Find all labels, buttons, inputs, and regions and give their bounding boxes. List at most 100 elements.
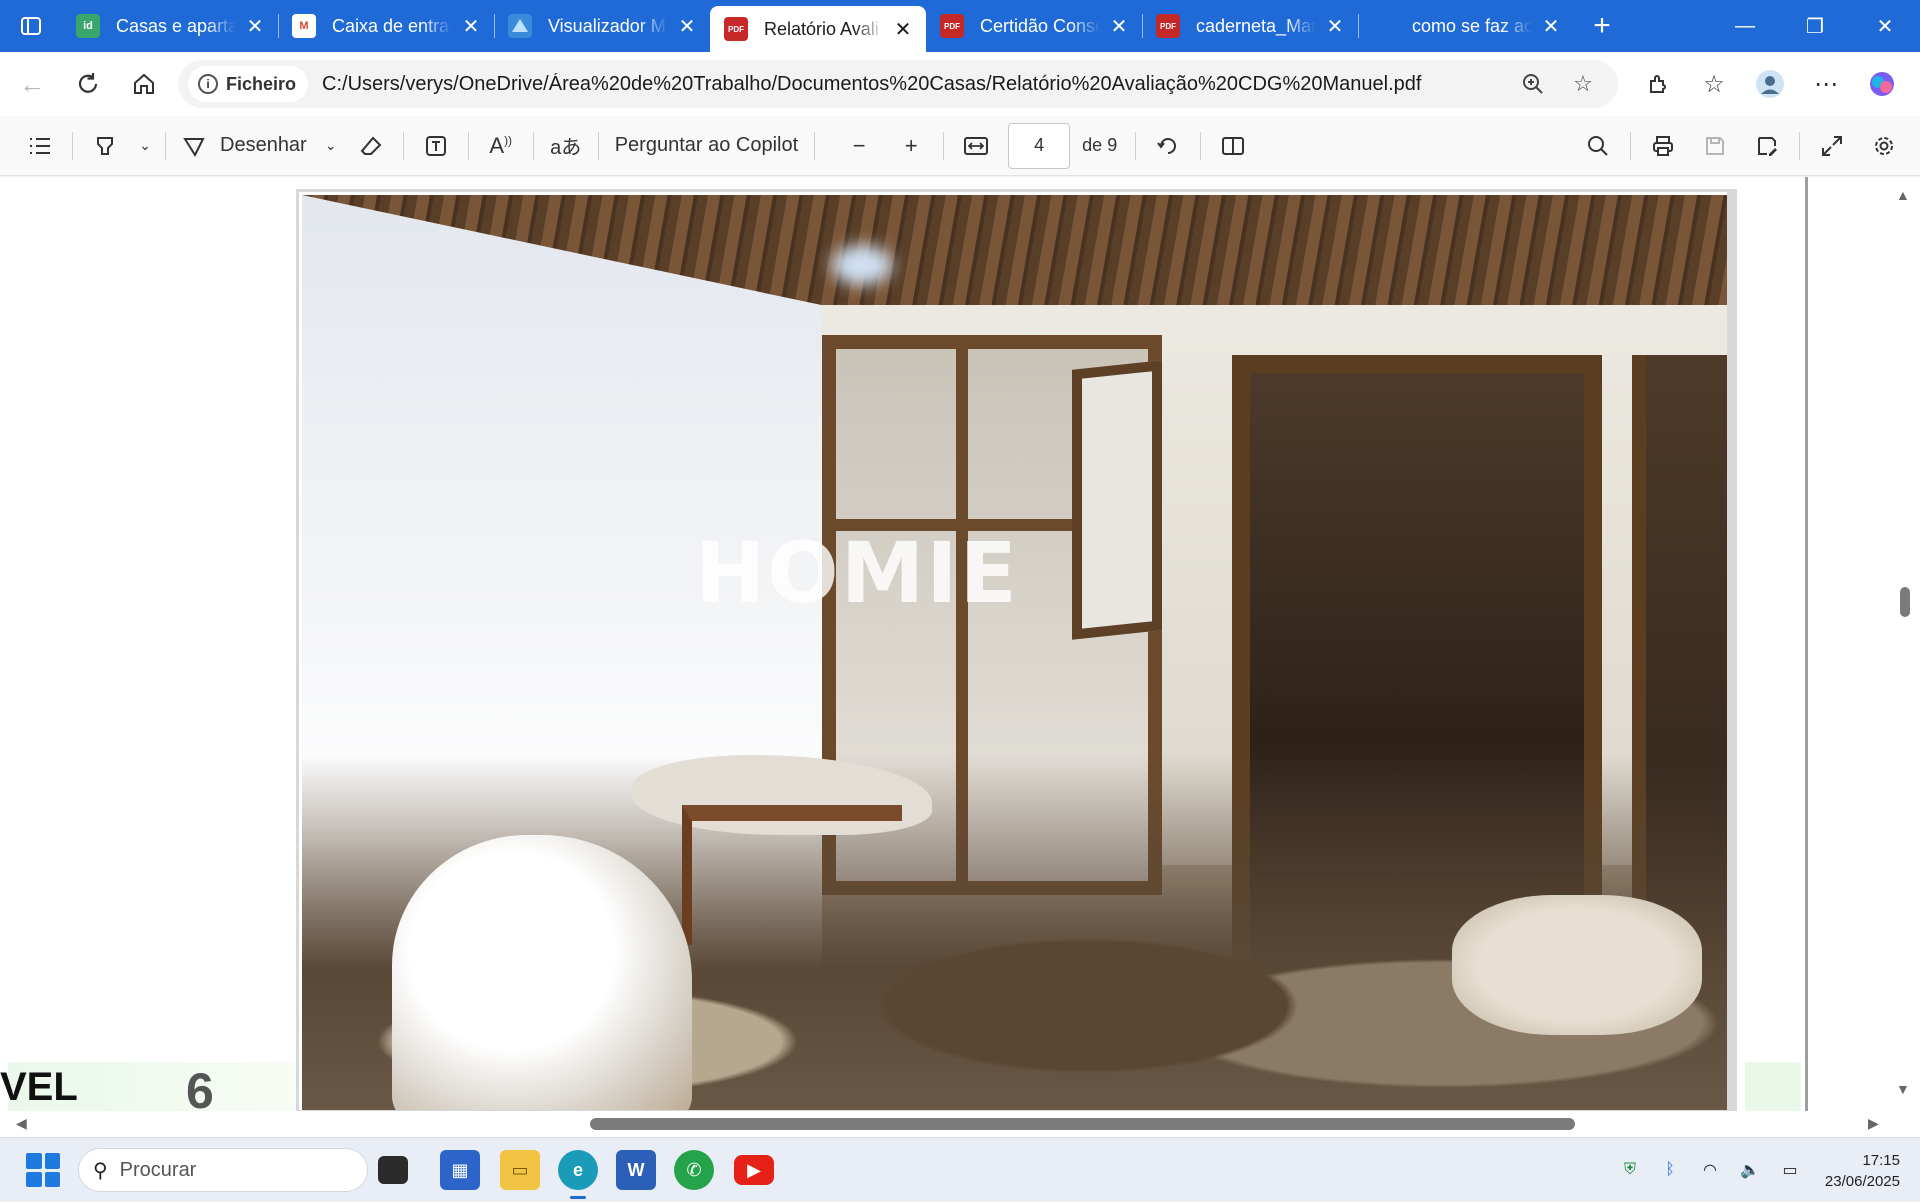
add-text-button[interactable] <box>410 124 462 168</box>
close-icon[interactable]: ✕ <box>458 13 484 39</box>
pdf-viewer[interactable]: HOMIE VEL 6 ▲ ▼ ◀ ▶ <box>0 177 1920 1137</box>
highlighter-icon <box>97 136 113 155</box>
find-button[interactable] <box>1572 124 1624 168</box>
tab-title: Caixa de entrad <box>332 15 452 36</box>
address-bar[interactable]: i Ficheiro C:/Users/verys/OneDrive/Área%… <box>178 60 1618 108</box>
home-button[interactable] <box>116 56 172 112</box>
document-photo-frame: HOMIE <box>296 189 1737 1113</box>
full-screen-button[interactable] <box>1806 124 1858 168</box>
tab-title: Casas e apartan <box>116 15 236 36</box>
taskbar-search[interactable]: ⚲ Procurar <box>78 1148 368 1192</box>
tab-como-se-faz[interactable]: como se faz ac ✕ <box>1358 0 1574 52</box>
system-tray: ⛨ ᛒ ◠ 🔈 ▭ <box>1610 1138 1810 1202</box>
scroll-right-icon[interactable]: ▶ <box>1868 1115 1879 1132</box>
toolbar-divider <box>1799 131 1800 160</box>
close-icon[interactable]: ✕ <box>1538 13 1564 39</box>
new-tab-button[interactable]: + <box>1574 0 1630 52</box>
draw-options-button[interactable]: ⌄ <box>317 124 345 168</box>
map-viewer-icon <box>508 14 532 38</box>
tab-title: Certidão Conse <box>980 15 1100 36</box>
erase-button[interactable] <box>345 124 397 168</box>
search-icon: ⚲ <box>93 1159 108 1182</box>
refresh-button[interactable] <box>60 56 116 112</box>
contents-button[interactable] <box>14 124 66 168</box>
file-explorer-icon[interactable]: ▭ <box>500 1150 540 1190</box>
windows-logo-icon <box>26 1153 42 1169</box>
save-as-button[interactable] <box>1741 124 1793 168</box>
vertical-scroll-thumb[interactable] <box>1900 587 1910 617</box>
translate-button[interactable]: aあ <box>540 124 592 168</box>
refresh-icon <box>78 73 98 93</box>
page-edge <box>1805 177 1808 1111</box>
word-icon[interactable]: W <box>616 1150 656 1190</box>
volume-icon[interactable]: 🔈 <box>1730 1160 1770 1180</box>
start-button[interactable] <box>26 1153 60 1187</box>
zoom-out-button[interactable]: − <box>833 124 885 168</box>
horizontal-scrollbar[interactable]: ◀ ▶ <box>0 1111 1888 1137</box>
save-button[interactable] <box>1689 124 1741 168</box>
tab-caderneta[interactable]: PDF caderneta_Mar ✕ <box>1142 0 1358 52</box>
close-window-button[interactable]: ✕ <box>1850 0 1920 52</box>
close-icon[interactable]: ✕ <box>1106 13 1132 39</box>
restore-button[interactable]: ❐ <box>1780 0 1850 52</box>
back-button[interactable]: ← <box>4 56 60 112</box>
edge-icon[interactable]: e <box>558 1150 598 1199</box>
site-info-button[interactable]: i Ficheiro <box>188 66 309 102</box>
page-footer-band-right <box>1745 1062 1801 1112</box>
close-icon[interactable]: ✕ <box>1322 13 1348 39</box>
minimize-button[interactable]: — <box>1710 0 1780 52</box>
wifi-icon[interactable]: ◠ <box>1690 1160 1730 1180</box>
tab-gmail[interactable]: M Caixa de entrad ✕ <box>278 0 494 52</box>
tab-actions-button[interactable] <box>0 0 62 52</box>
rotate-icon <box>1157 137 1177 154</box>
tab-actions-icon <box>21 17 41 35</box>
extensions-icon[interactable] <box>1630 72 1686 96</box>
rotate-button[interactable] <box>1142 124 1194 168</box>
highlight-button[interactable] <box>79 124 131 168</box>
tab-visualizador[interactable]: Visualizador M ✕ <box>494 0 710 52</box>
copilot-icon[interactable] <box>1854 69 1910 99</box>
favorite-star-icon[interactable]: ☆ <box>1558 71 1608 97</box>
close-icon[interactable]: ✕ <box>242 13 268 39</box>
close-icon[interactable]: ✕ <box>674 13 700 39</box>
more-options-icon[interactable]: ⋯ <box>1798 70 1854 99</box>
youtube-icon[interactable]: ▶ <box>734 1155 774 1185</box>
security-icon[interactable]: ⛨ <box>1610 1161 1650 1179</box>
plus-icon: + <box>904 132 918 158</box>
gmail-icon: M <box>292 14 316 38</box>
highlight-options-button[interactable]: ⌄ <box>131 124 159 168</box>
toolbar-divider <box>72 131 73 160</box>
microsoft-store-icon[interactable]: ▦ <box>440 1150 480 1190</box>
system-clock[interactable]: 17:15 23/06/2025 <box>1800 1150 1900 1192</box>
scroll-down-icon[interactable]: ▼ <box>1896 1081 1910 1097</box>
read-aloud-button[interactable]: A)) <box>475 124 527 168</box>
task-view-icon[interactable] <box>378 1156 408 1184</box>
page-view-icon <box>1222 136 1245 155</box>
scroll-up-icon[interactable]: ▲ <box>1896 187 1910 203</box>
whatsapp-icon[interactable]: ✆ <box>674 1150 714 1190</box>
ask-copilot-button[interactable]: Perguntar ao Copilot <box>605 124 808 168</box>
settings-button[interactable] <box>1858 124 1910 168</box>
favorites-icon[interactable]: ☆ <box>1686 70 1742 99</box>
print-button[interactable] <box>1637 124 1689 168</box>
horizontal-scroll-thumb[interactable] <box>590 1118 1575 1130</box>
scroll-left-icon[interactable]: ◀ <box>16 1115 27 1132</box>
page-view-button[interactable] <box>1207 124 1259 168</box>
zoom-in-button[interactable]: + <box>885 124 937 168</box>
draw-button[interactable]: Desenhar <box>172 124 317 168</box>
toolbar-divider <box>402 131 404 160</box>
page-number-input[interactable]: 4 <box>1008 122 1071 169</box>
fit-to-width-button[interactable] <box>950 124 1002 168</box>
zoom-icon[interactable] <box>1508 72 1558 96</box>
url-text[interactable]: C:/Users/verys/OneDrive/Área%20de%20Trab… <box>322 73 1508 96</box>
tab-casas[interactable]: id Casas e apartan ✕ <box>62 0 278 52</box>
close-icon[interactable]: ✕ <box>890 16 916 42</box>
vertical-scrollbar[interactable]: ▲ ▼ <box>1888 177 1920 1111</box>
draw-label: Desenhar <box>220 134 307 156</box>
profile-avatar[interactable] <box>1742 69 1798 99</box>
tab-relatorio[interactable]: PDF Relatório Avali ✕ <box>710 6 926 52</box>
fit-width-icon <box>964 136 989 155</box>
tab-certidao[interactable]: PDF Certidão Conse ✕ <box>926 0 1142 52</box>
bluetooth-icon[interactable]: ᛒ <box>1650 1161 1690 1179</box>
save-as-icon <box>1758 136 1777 156</box>
